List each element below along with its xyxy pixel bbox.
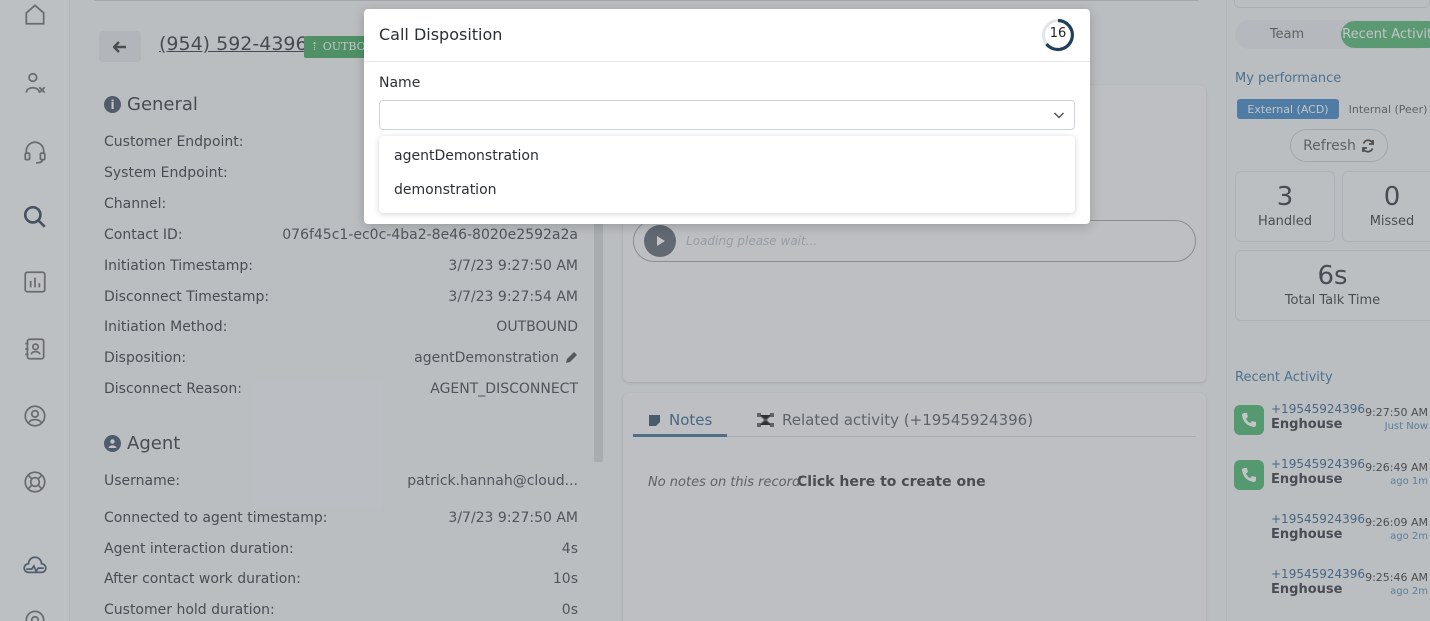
countdown-value: 16 bbox=[1049, 26, 1067, 41]
disposition-select[interactable] bbox=[379, 100, 1075, 130]
disposition-options: agentDemonstration demonstration bbox=[379, 136, 1075, 213]
name-field-label: Name bbox=[379, 75, 421, 91]
chevron-down-icon bbox=[1053, 112, 1065, 119]
call-disposition-modal: Call Disposition 16 Name agentDemonstrat… bbox=[364, 9, 1090, 224]
modal-title: Call Disposition bbox=[379, 25, 503, 44]
option-demonstration[interactable]: demonstration bbox=[394, 182, 497, 198]
option-agentdemonstration[interactable]: agentDemonstration bbox=[394, 148, 539, 164]
